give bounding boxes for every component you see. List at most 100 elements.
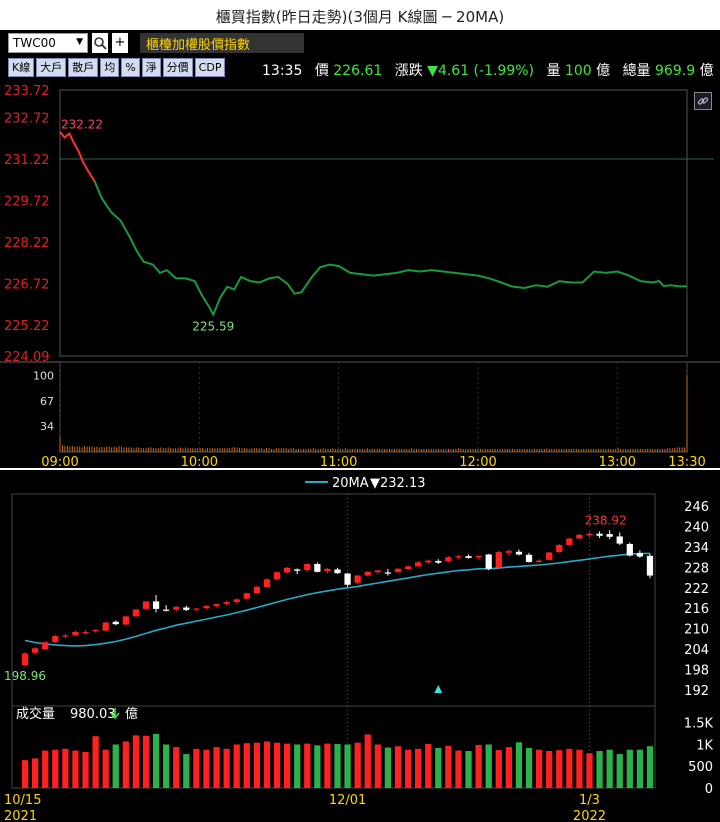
candle-body: [52, 636, 59, 643]
price-tick-label: 224.09: [4, 350, 50, 365]
volume-bar: [394, 746, 402, 788]
volume-bar: [354, 742, 361, 788]
volume-bar: [465, 751, 472, 788]
price-tick-label: 233.72: [4, 84, 50, 99]
volume-tick-label: 34: [40, 420, 54, 433]
volume-tick-label: 100: [33, 370, 54, 383]
candle-body: [384, 572, 392, 574]
kline-price-tick: 204: [684, 643, 709, 658]
volume-bar: [566, 748, 573, 788]
candle-body: [183, 607, 190, 610]
volume-bar: [324, 743, 331, 788]
candle-body: [263, 579, 271, 588]
kline-volume-tick: 1.5K: [684, 717, 714, 732]
volume-unit: 億: [125, 706, 138, 722]
kline-low-label: 198.96: [4, 669, 46, 683]
kline-price-tick: 222: [684, 582, 709, 597]
date-tick-label: 1/3: [579, 793, 600, 808]
volume-label: 成交量: [16, 706, 55, 722]
candle-body: [374, 570, 381, 573]
kline-price-tick: 228: [684, 561, 709, 576]
volume-bar: [646, 746, 654, 788]
volume-bar: [626, 749, 633, 788]
time-tick-label: 09:00: [41, 455, 78, 468]
candle-body: [223, 602, 230, 604]
price-line: [93, 181, 687, 317]
volume-bar: [203, 749, 210, 788]
volume-bar: [495, 750, 502, 788]
candle-body: [415, 562, 422, 567]
kline-price-tick: 246: [684, 500, 709, 515]
candle-body: [505, 551, 512, 553]
price-frame: [59, 89, 688, 357]
candle-body: [344, 573, 351, 585]
candle-body: [465, 556, 472, 558]
candle-body: [596, 533, 603, 536]
candle-body: [92, 629, 99, 632]
candle-body: [142, 601, 150, 609]
price-tick-label: 229.72: [4, 194, 50, 209]
kline-high-label: 238.92: [585, 513, 627, 527]
volume-bar: [253, 742, 260, 788]
volume-bar: [304, 743, 311, 788]
price-tick-label: 225.22: [4, 319, 50, 334]
candle-body: [445, 557, 452, 562]
volume-bar: [535, 749, 543, 788]
candle-body: [576, 534, 583, 539]
volume-bar: [173, 747, 180, 788]
volume-bar: [273, 742, 281, 788]
volume-bar: [213, 747, 220, 788]
volume-bar: [193, 748, 200, 788]
kline-price-tick: 198: [684, 663, 709, 678]
window-title: 櫃買指數(昨日走勢)(3個月 K線圖 ─ 20MA): [215, 8, 505, 26]
kline-price-tick: 192: [684, 684, 709, 699]
intraday-chart: 233.72 232.72 231.22 229.72 228.22 226.72 225.…: [0, 84, 720, 468]
volume-bar: [364, 734, 371, 788]
volume-bar: [152, 734, 160, 788]
ma-line: [24, 552, 651, 647]
candle-body: [324, 568, 331, 572]
volume-value: 980.03: [70, 707, 116, 722]
candle-body: [21, 653, 29, 666]
time-tick-label: 10:00: [181, 455, 218, 468]
intraday-panel: TWC00 ▼ + 櫃檯加權股價指數 K線 大戶 散戶 均 % 淨 分價 CDP…: [0, 30, 720, 468]
volume-bar: [132, 735, 140, 788]
date-tick-label: 10/15: [4, 793, 41, 808]
candle-body: [233, 599, 240, 603]
price-tick-label: 231.22: [4, 153, 50, 168]
candle-body: [42, 642, 49, 649]
candle-body: [31, 648, 39, 653]
candle-body: [273, 572, 281, 580]
candle-body: [556, 544, 563, 553]
candle-body: [586, 533, 593, 536]
time-tick-label: 12:00: [459, 455, 496, 468]
volume-bar: [404, 749, 412, 788]
candle-body: [82, 632, 89, 634]
candle-body: [626, 543, 633, 556]
time-tick-label: 13:00: [599, 455, 636, 468]
volume-bar: [384, 747, 392, 788]
volume-bar: [294, 744, 301, 788]
volume-bar: [52, 749, 59, 788]
low-label: 225.59: [192, 320, 234, 334]
volume-bar: [42, 750, 49, 788]
kline-price-tick: 234: [684, 541, 709, 556]
volume-bar: [415, 748, 422, 788]
volume-bar: [334, 744, 341, 788]
candle-body: [495, 552, 502, 568]
volume-bar: [546, 751, 553, 788]
volume-bar: [92, 736, 99, 788]
ma-legend-value: ▼232.13: [370, 476, 426, 491]
candle-body: [455, 556, 462, 558]
candle-body: [294, 569, 301, 571]
candle-body: [475, 555, 482, 558]
kline-price-tick: 216: [684, 602, 709, 617]
candle-body: [566, 538, 573, 545]
volume-bar: [344, 744, 351, 788]
volume-bar: [142, 735, 150, 788]
candle-body: [394, 568, 402, 573]
volume-bar: [505, 747, 512, 788]
price-line-above-close: [59, 131, 96, 183]
volume-bar: [606, 749, 613, 788]
price-tick-label: 228.22: [4, 236, 50, 251]
